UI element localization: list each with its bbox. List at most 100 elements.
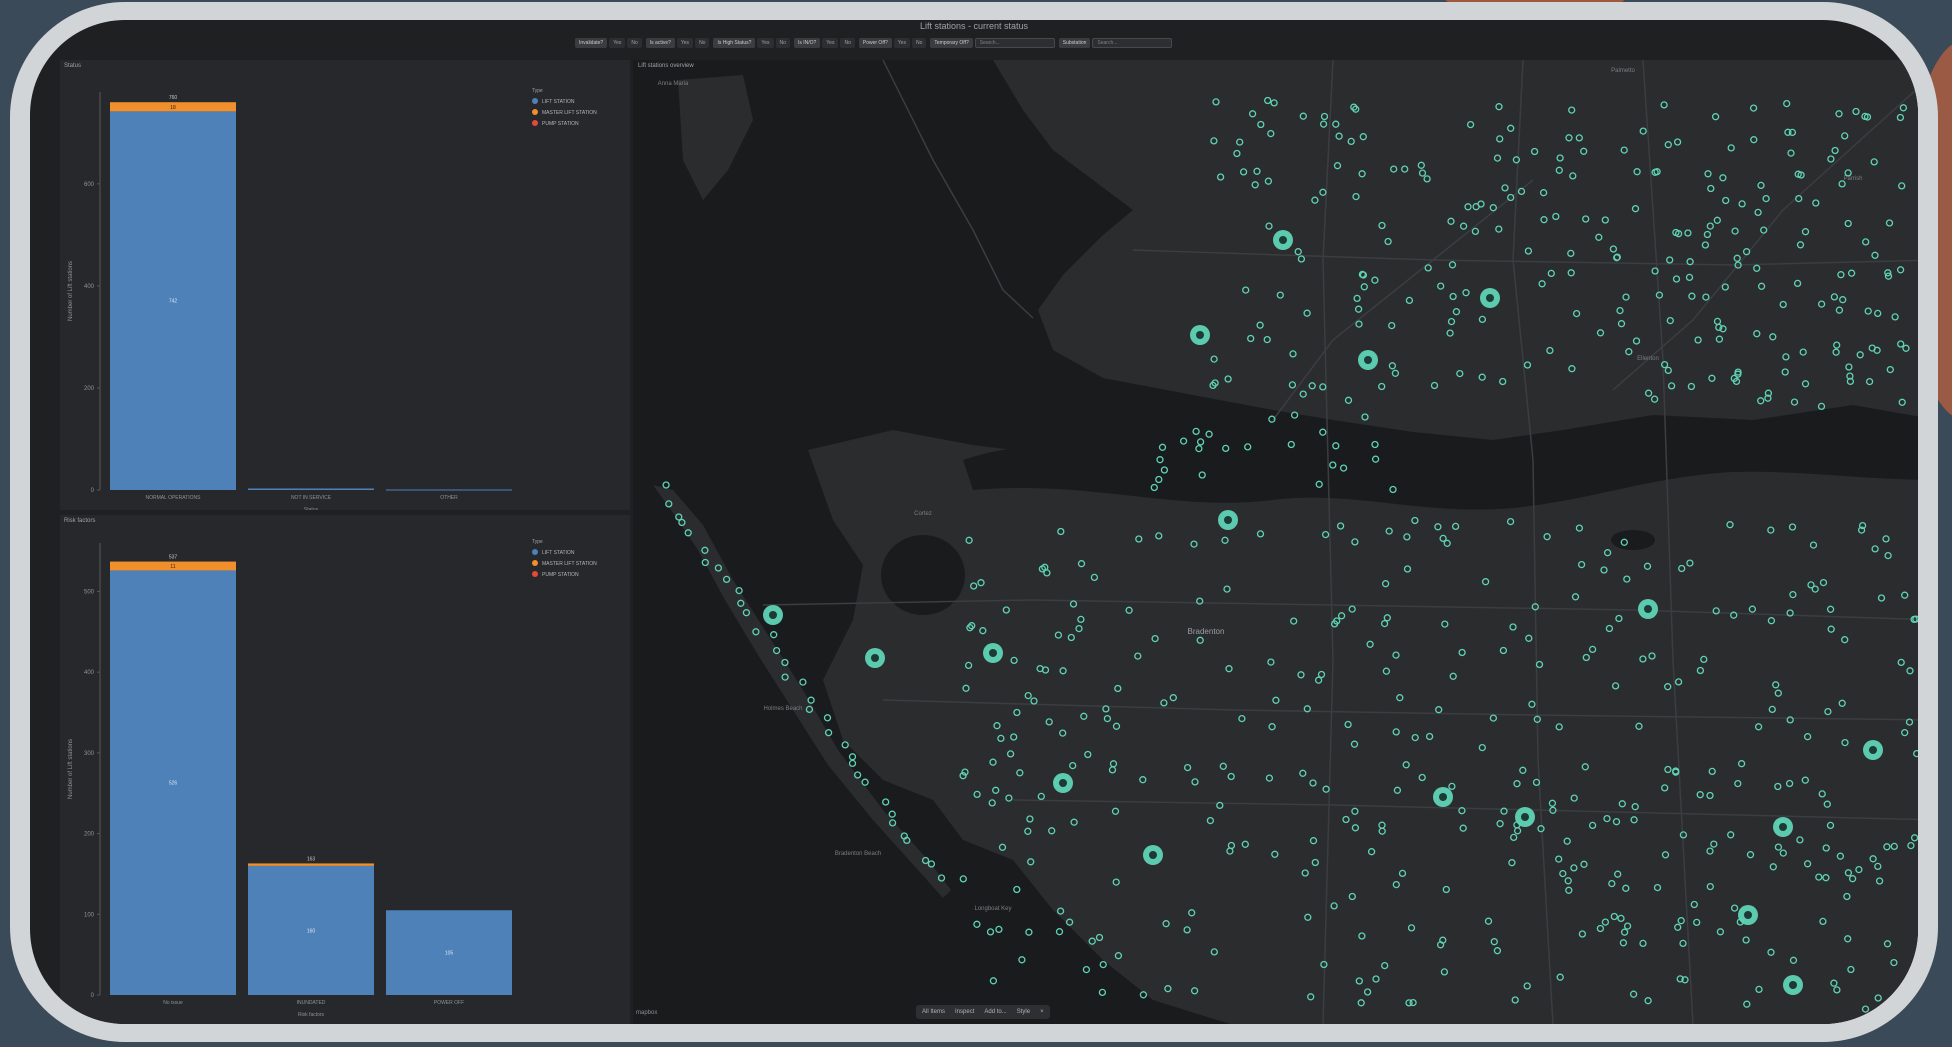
land-area — [808, 430, 1918, 1024]
map-place-label: Parrish — [1843, 176, 1862, 182]
filter-option-button[interactable]: No — [627, 38, 642, 48]
x-tick-label: NOT IN SERVICE — [291, 495, 332, 501]
filter-label: Invalidate? — [575, 38, 608, 48]
lift-station-marker[interactable] — [989, 977, 998, 985]
filter-option-button[interactable]: Yes — [822, 38, 839, 48]
map-place-label: Cortez — [914, 511, 932, 517]
lift-station-marker[interactable] — [1222, 444, 1230, 453]
lift-station-marker[interactable] — [1013, 885, 1021, 894]
lift-station-marker[interactable] — [1018, 956, 1026, 964]
lift-station-marker[interactable] — [1332, 442, 1340, 450]
x-tick-label: POWER OFF — [434, 1000, 464, 1006]
map-toolbar-item[interactable]: Add to... — [984, 1009, 1006, 1015]
lift-station-marker[interactable] — [1025, 928, 1033, 936]
lift-station-marker[interactable] — [841, 741, 849, 749]
master-lift-station-marker-core — [1789, 981, 1797, 989]
map-place-label: Holmes Beach — [763, 706, 802, 712]
master-lift-station-marker-core — [1779, 823, 1787, 831]
lift-station-marker[interactable] — [986, 928, 995, 936]
lift-station-marker[interactable] — [848, 753, 857, 761]
lift-station-marker[interactable] — [807, 696, 815, 704]
filter-option-button[interactable]: No — [695, 38, 710, 48]
y-tick-label: 300 — [84, 751, 95, 757]
map-toolbar-item[interactable]: All Items — [922, 1009, 945, 1015]
x-axis-label: Risk factors — [298, 1012, 325, 1018]
filter-label: Is active? — [645, 38, 675, 48]
master-lift-station-marker-core — [769, 611, 777, 619]
filter-option-button[interactable]: Yes — [893, 38, 910, 48]
lift-station-marker[interactable] — [888, 810, 896, 818]
filter-group: Substation Search... — [1058, 38, 1173, 48]
lift-station-marker[interactable] — [1205, 430, 1213, 438]
bar-segment[interactable] — [386, 489, 512, 491]
lift-station-marker[interactable] — [770, 631, 778, 639]
status-chart-panel: Status 0 200 400 600 Number of Lift stations… — [60, 60, 630, 510]
lift-station-marker[interactable] — [1244, 443, 1252, 451]
lift-station-marker[interactable] — [1287, 440, 1295, 449]
lift-station-marker[interactable] — [1082, 965, 1091, 974]
master-lift-station-marker-core — [1059, 779, 1067, 787]
lift-station-marker[interactable] — [1139, 991, 1148, 999]
filter-bar: Invalidate? Yes No Is active? Yes No Is High S… — [575, 36, 1385, 50]
lift-station-marker[interactable] — [1179, 437, 1188, 445]
filter-option-button[interactable]: Yes — [676, 38, 694, 48]
lift-station-marker[interactable] — [1055, 928, 1064, 936]
x-tick-label: INUNDATED — [297, 1000, 326, 1006]
lift-station-marker[interactable] — [662, 481, 670, 489]
lift-station-marker[interactable] — [1195, 444, 1203, 453]
legend-label: MASTER LIFT STATION — [542, 561, 597, 567]
lift-station-marker[interactable] — [1192, 427, 1200, 436]
lift-station-marker[interactable] — [848, 759, 857, 768]
legend-title: Type — [532, 539, 543, 545]
bar-segment[interactable] — [248, 863, 374, 866]
bar-value-label: 18 — [170, 105, 176, 111]
filter-select[interactable]: Search... — [974, 38, 1055, 48]
lift-station-map[interactable]: Longboat Key Palmetto Anna Maria Holmes Bea… — [633, 60, 1918, 1024]
y-tick-label: 200 — [84, 386, 95, 392]
lift-station-marker[interactable] — [973, 920, 981, 928]
filter-group: Temporary Off? Search... — [930, 38, 1055, 48]
y-tick-label: 500 — [84, 589, 95, 595]
lift-station-marker[interactable] — [823, 714, 832, 722]
close-icon[interactable]: × — [1040, 1009, 1044, 1015]
lift-station-marker[interactable] — [861, 778, 869, 786]
legend-marker — [532, 560, 538, 566]
lift-station-marker[interactable] — [1098, 988, 1107, 997]
bar-value-label: 11 — [170, 564, 175, 570]
x-tick-label: OTHER — [440, 495, 458, 501]
master-lift-station-marker-core — [1196, 331, 1204, 339]
filter-option-button[interactable]: No — [840, 38, 855, 48]
lift-station-marker[interactable] — [959, 875, 967, 883]
x-axis-label: Status — [304, 507, 319, 510]
filter-option-button[interactable]: No — [775, 38, 790, 48]
lift-station-marker[interactable] — [995, 925, 1003, 934]
filter-option-button[interactable]: Yes — [609, 38, 626, 48]
map-toolbar-item[interactable]: Style — [1017, 1009, 1030, 1015]
y-tick-label: 600 — [84, 182, 95, 188]
x-tick-label: No issue — [163, 1000, 183, 1006]
filter-option-button[interactable]: Yes — [757, 38, 774, 48]
lift-station-marker[interactable] — [882, 798, 890, 806]
legend-label: PUMP STATION — [542, 572, 579, 578]
lift-station-marker[interactable] — [799, 678, 807, 686]
lift-station-marker[interactable] — [1196, 438, 1205, 446]
legend-label: MASTER LIFT STATION — [542, 110, 597, 116]
lift-station-marker[interactable] — [1371, 440, 1379, 449]
master-lift-station-marker-core — [1439, 793, 1447, 801]
master-lift-station-marker-core — [1279, 236, 1287, 244]
map-toolbar: All Items Inspect Add to... Style × — [916, 1005, 1050, 1019]
lift-station-marker[interactable] — [1158, 443, 1167, 451]
filter-group: Is IN/O? Yes No — [793, 38, 855, 48]
lift-station-marker[interactable] — [1099, 960, 1107, 969]
bar-segment[interactable] — [248, 488, 374, 490]
map-toolbar-item[interactable]: Inspect — [955, 1009, 974, 1015]
land-area — [993, 60, 1918, 440]
legend-marker — [532, 98, 538, 104]
filter-select[interactable]: Search... — [1092, 38, 1173, 48]
filter-option-button[interactable]: No — [911, 38, 927, 48]
bar-value-label: 526 — [169, 781, 178, 787]
map-panel[interactable]: Lift stations overview Longboat Key Palme… — [633, 60, 1918, 1024]
lift-station-marker[interactable] — [1319, 428, 1327, 436]
y-tick-label: 0 — [91, 488, 95, 494]
lift-station-marker[interactable] — [1371, 455, 1380, 463]
